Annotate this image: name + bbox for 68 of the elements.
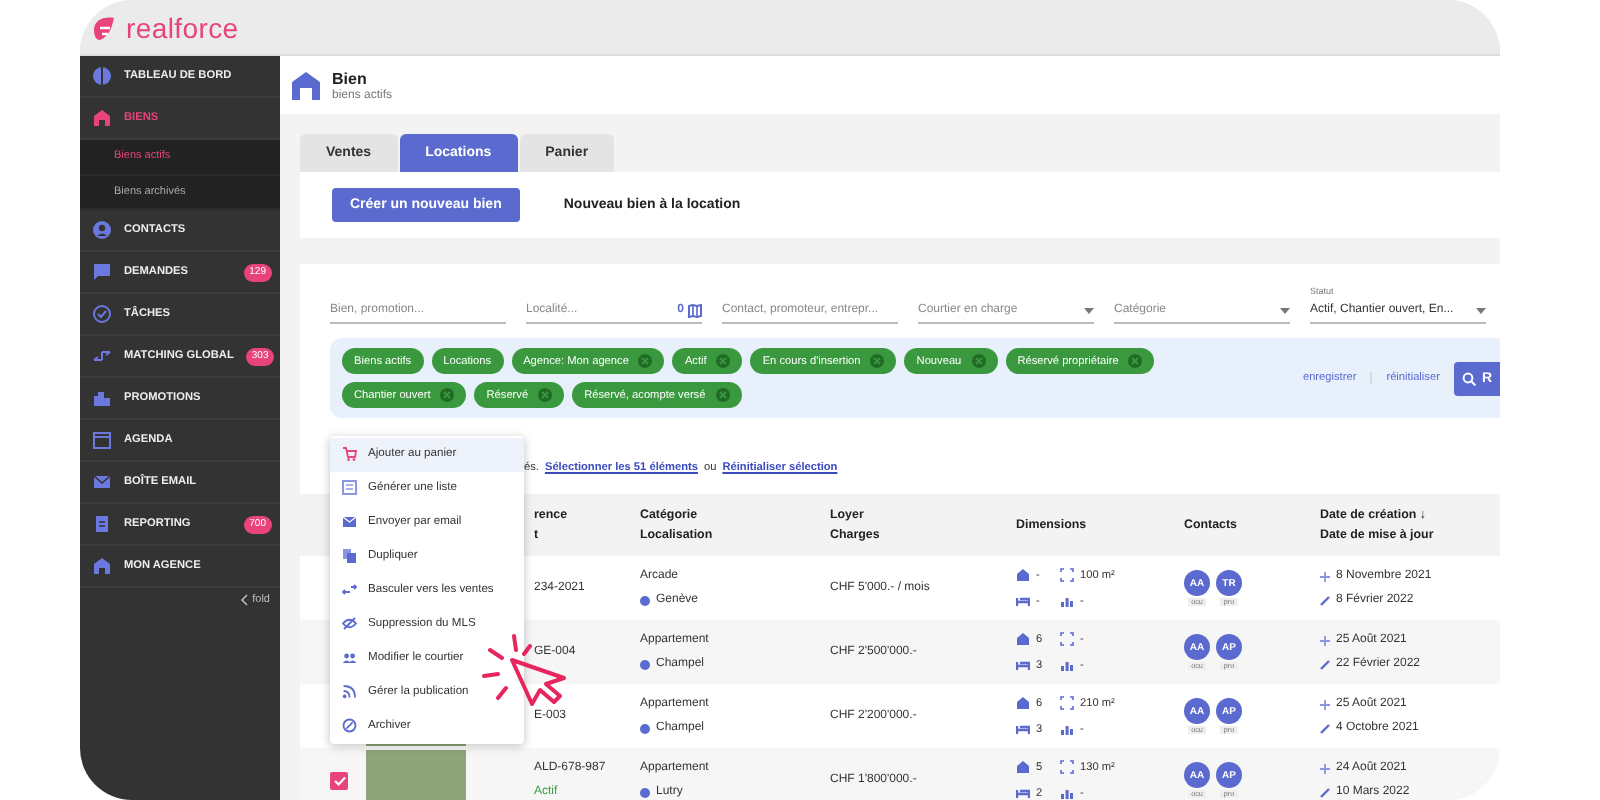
plus-icon	[1320, 635, 1330, 645]
frame-icon	[1060, 760, 1074, 774]
caret-down-icon	[1476, 307, 1486, 313]
remove-icon[interactable]	[870, 354, 885, 368]
check-circle-icon	[92, 304, 112, 324]
caret-down-icon	[1280, 307, 1290, 313]
remove-icon[interactable]	[1128, 354, 1143, 368]
map-icon	[688, 303, 702, 317]
location-dot	[640, 787, 650, 797]
search-icon	[1461, 371, 1476, 385]
location-dot	[640, 659, 650, 669]
arrows-icon	[342, 582, 358, 598]
envelope-icon	[92, 472, 112, 492]
photo-placeholder	[366, 750, 466, 800]
house-icon	[290, 69, 322, 101]
clipboard-icon	[92, 514, 112, 534]
list-icon	[342, 480, 358, 497]
frame-icon	[1060, 632, 1074, 646]
pencil-icon	[1320, 787, 1330, 797]
house-icon	[92, 556, 112, 576]
house-icon	[1016, 632, 1030, 646]
bars-icon	[1060, 594, 1074, 608]
location-dot	[640, 723, 650, 733]
house-icon	[1016, 760, 1030, 774]
house-icon	[1016, 568, 1030, 582]
chevron-left-icon	[240, 594, 249, 606]
bars-icon	[1060, 658, 1074, 672]
remove-icon[interactable]	[440, 388, 455, 402]
pie-chart-icon	[92, 66, 112, 86]
house-icon	[92, 108, 112, 128]
plus-icon	[1320, 699, 1330, 709]
bed-icon	[1016, 594, 1030, 608]
house-icon	[1016, 696, 1030, 710]
pencil-icon	[1320, 595, 1330, 605]
page-title: Bien	[332, 69, 369, 87]
eye-off-icon	[342, 615, 358, 632]
users-icon	[342, 649, 358, 666]
buildings-icon	[92, 388, 112, 408]
rss-icon	[342, 683, 358, 700]
logo-text: realforce	[126, 11, 239, 43]
pencil-icon	[1320, 723, 1330, 733]
circle-slash-icon	[342, 717, 358, 734]
checkmark-icon	[333, 775, 345, 785]
user-icon	[92, 220, 112, 240]
bed-icon	[1016, 786, 1030, 800]
chat-icon	[92, 262, 112, 282]
caret-down-icon	[1084, 307, 1094, 313]
remove-icon[interactable]	[715, 388, 730, 402]
bars-icon	[1060, 722, 1074, 736]
arrows-icon	[92, 346, 112, 366]
row-checkbox[interactable]	[330, 771, 348, 789]
cart-icon	[342, 446, 358, 463]
frame-icon	[1060, 696, 1074, 710]
plus-icon	[1320, 763, 1330, 773]
remove-icon[interactable]	[638, 354, 653, 368]
remove-icon[interactable]	[971, 354, 986, 368]
envelope-icon	[342, 514, 358, 531]
copy-icon	[342, 548, 358, 565]
calendar-icon	[92, 430, 112, 450]
remove-icon[interactable]	[716, 354, 731, 368]
pencil-icon	[1320, 659, 1330, 669]
remove-icon[interactable]	[538, 388, 553, 402]
frame-icon	[1060, 568, 1074, 582]
plus-icon	[1320, 571, 1330, 581]
location-dot	[640, 595, 650, 605]
bars-icon	[1060, 786, 1074, 800]
bed-icon	[1016, 658, 1030, 672]
bed-icon	[1016, 722, 1030, 736]
